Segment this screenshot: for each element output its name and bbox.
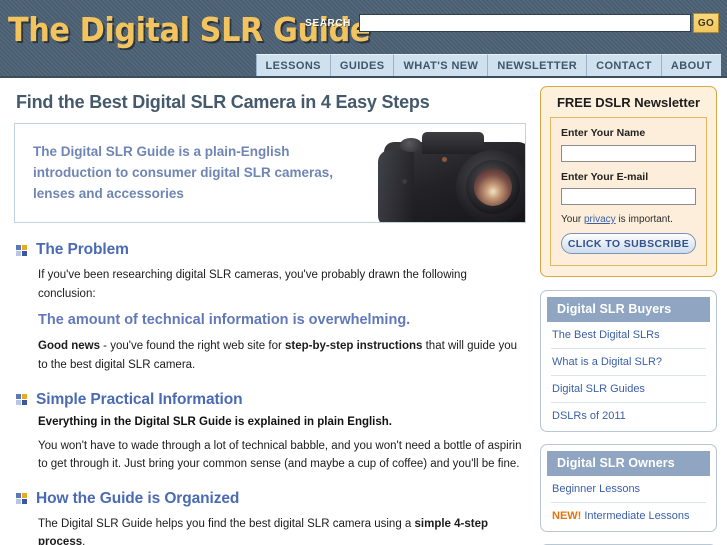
email-field-label: Enter Your E-mail [561, 170, 649, 183]
privacy-prefix: Your [561, 214, 584, 225]
section-heading-row: Simple Practical Information [14, 391, 526, 409]
section-how-the-guide-is-organized: How the Guide is Organized The Digital S… [14, 490, 526, 545]
body-prefix-text: The Digital SLR Guide helps you find the… [38, 517, 415, 530]
nav-item-lessons[interactable]: LESSONS [255, 54, 330, 76]
privacy-suffix: is important. [615, 214, 673, 225]
name-input[interactable] [561, 144, 696, 162]
newsletter-form: Enter Your Name Enter Your E-mail Your p… [550, 117, 707, 266]
name-field-label: Enter Your Name [561, 127, 646, 139]
panel-link-intermediate-lessons[interactable]: NEW! Intermediate Lessons [551, 503, 706, 529]
search-go-button[interactable]: GO [693, 13, 719, 33]
section-heading-row: How the Guide is Organized [14, 490, 526, 508]
section-title: How the Guide is Organized [36, 489, 240, 507]
privacy-notice: Your privacy is important. [561, 214, 696, 225]
search-input[interactable] [359, 14, 691, 32]
section-pull-quote: The amount of technical information is o… [38, 312, 411, 329]
good-news-bold: Good news [38, 340, 100, 353]
panel-link-what-is-a-digital-slr[interactable]: What is a Digital SLR? [551, 349, 706, 376]
panel-heading: Digital SLR Owners [547, 451, 710, 476]
camera-indicator-dot [442, 157, 447, 162]
section-heading-row: The Problem [14, 241, 526, 259]
email-input[interactable] [561, 188, 696, 205]
panel-link-list: Beginner Lessons NEW! Intermediate Lesson… [541, 476, 716, 531]
panel-link-beginner-lessons[interactable]: Beginner Lessons [551, 476, 706, 503]
nav-item-whats-new[interactable]: WHAT'S NEW [393, 54, 488, 76]
camera-button-dot [402, 179, 407, 184]
camera-prism-shape [422, 132, 484, 154]
nav-item-contact[interactable]: CONTACT [586, 54, 661, 76]
section-body-text: You won't have to wade through a lot of … [38, 439, 522, 471]
search-area: SEARCH GO [305, 13, 719, 33]
sidebar: FREE DSLR Newsletter Enter Your Name Ent… [540, 78, 727, 545]
section-title: The Problem [36, 241, 129, 258]
page-title: Find the Best Digital SLR Camera in 4 Ea… [16, 92, 430, 112]
main-navigation: LESSONS GUIDES WHAT'S NEW NEWSLETTER CON… [255, 54, 721, 76]
section-lead-text: Everything in the Digital SLR Guide is e… [38, 415, 392, 428]
nav-item-about[interactable]: ABOUT [660, 54, 721, 76]
body-mid-text: - you've found the right web site for [99, 340, 286, 353]
panel-digital-slr-buyers: Digital SLR Buyers The Best Digital SLRs… [540, 290, 717, 432]
panel-heading: Digital SLR Buyers [547, 297, 710, 322]
subscribe-button[interactable]: CLICK TO SUBSCRIBE [561, 233, 696, 254]
body-suffix-text: . [82, 536, 86, 545]
grid-squares-icon [16, 244, 27, 256]
newsletter-signup-panel: FREE DSLR Newsletter Enter Your Name Ent… [540, 86, 717, 277]
panel-link-label: Intermediate Lessons [584, 510, 690, 522]
site-header: The Digital SLR Guide SEARCH GO LESSONS … [0, 0, 727, 78]
main-content: Find the Best Digital SLR Camera in 4 Ea… [0, 78, 540, 545]
nav-item-newsletter[interactable]: NEWSLETTER [487, 54, 587, 76]
panel-digital-slr-owners: Digital SLR Owners Beginner Lessons NEW!… [540, 444, 717, 532]
panel-link-list: The Best Digital SLRs What is a Digital … [541, 322, 716, 431]
step-by-step-bold: step-by-step instructions [285, 340, 423, 353]
page-body: Find the Best Digital SLR Camera in 4 Ea… [0, 78, 727, 545]
panel-link-digital-slr-guides[interactable]: Digital SLR Guides [551, 376, 706, 403]
camera-lens-glass [474, 168, 512, 206]
section-intro-text: If you've been researching digital SLR c… [38, 269, 467, 300]
new-badge: NEW! [552, 510, 582, 522]
grid-squares-icon [16, 493, 27, 505]
hero-tagline: The Digital SLR Guide is a plain-English… [33, 144, 334, 201]
hero-banner: The Digital SLR Guide is a plain-English… [14, 123, 526, 223]
dslr-camera-photo [370, 124, 525, 222]
panel-link-dslrs-of-2011[interactable]: DSLRs of 2011 [551, 403, 706, 429]
section-simple-practical-information: Simple Practical Information Everything … [14, 391, 526, 474]
search-label: SEARCH [305, 17, 351, 29]
grid-squares-icon [16, 394, 27, 405]
section-title: Simple Practical Information [36, 390, 243, 408]
camera-grip-shape [378, 150, 414, 222]
newsletter-title: FREE DSLR Newsletter [556, 95, 701, 110]
section-body-text: The Digital SLR Guide helps you find the… [38, 515, 524, 545]
panel-link-best-digital-slrs[interactable]: The Best Digital SLRs [551, 322, 706, 349]
section-the-problem: The Problem If you've been researching d… [14, 241, 526, 375]
privacy-link[interactable]: privacy [584, 214, 616, 225]
camera-dial-shape [400, 138, 422, 152]
nav-item-guides[interactable]: GUIDES [329, 54, 394, 76]
section-body-text: Good news - you've found the right web s… [38, 337, 524, 374]
